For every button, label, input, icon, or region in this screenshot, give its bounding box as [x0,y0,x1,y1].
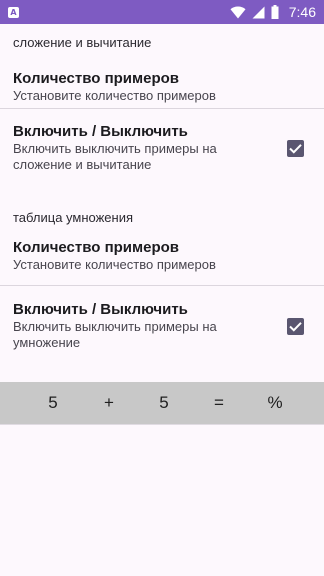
settings-list: сложение и вычитание Количество примеров… [0,24,324,367]
pref-count-multiplication[interactable]: Количество примеров Установите количеств… [0,239,324,285]
expression-operator: + [104,393,114,412]
pref-summary: Включить выключить примеры на сложение и… [13,141,217,172]
checkmark-icon [289,322,302,332]
toggle-multiplication-checkbox[interactable] [287,318,304,335]
status-bar: A 7:46 [0,0,324,24]
pref-summary: Установите количество примеров [13,257,216,272]
pref-summary: Установите количество примеров [13,88,216,103]
divider [0,424,324,425]
pref-toggle-multiplication[interactable]: Включить / Выключить Включить выключить … [0,286,324,367]
pref-title: Количество примеров [13,70,180,87]
category-multiplication: таблица умножения [13,209,133,225]
checkmark-icon [289,144,302,154]
pref-count-addition[interactable]: Количество примеров Установите количеств… [0,60,324,108]
status-time: 7:46 [288,4,316,20]
wifi-icon [230,6,246,19]
expression-bar: 5 + 5 = % [0,382,324,424]
notification-icon: A [8,6,19,18]
pref-summary: Включить выключить примеры на умножение [13,319,217,350]
expression-operand-2: 5 [159,393,169,412]
expression-operand-1: 5 [48,393,58,412]
battery-icon [271,5,279,19]
pref-title: Количество примеров [13,239,180,256]
pref-toggle-addition[interactable]: Включить / Выключить Включить выключить … [0,109,324,189]
pref-title: Включить / Выключить [13,301,188,318]
pref-title: Включить / Выключить [13,123,188,140]
expression-result: % [267,393,283,412]
expression-equals: = [214,393,224,412]
cellular-signal-icon [252,6,265,19]
category-addition-subtraction: сложение и вычитание [13,34,152,50]
toggle-addition-checkbox[interactable] [287,140,304,157]
